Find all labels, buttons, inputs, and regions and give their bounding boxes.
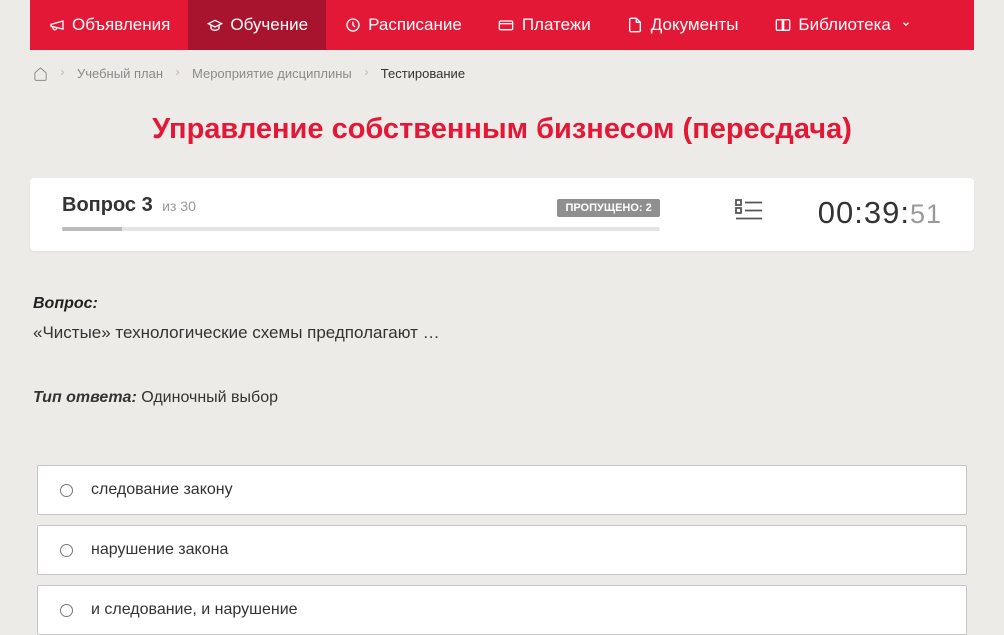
question-section: Вопрос: «Чистые» технологические схемы п… [30, 295, 974, 407]
megaphone-icon [48, 17, 65, 34]
answer-type-label: Тип ответа: [33, 389, 137, 406]
timer-main: 00:39: [818, 195, 910, 230]
option-3[interactable]: и следование, и нарушение [37, 585, 967, 635]
question-label: Вопрос: [33, 295, 971, 313]
question-total: из 30 [162, 198, 196, 214]
book-icon [774, 17, 791, 34]
graduation-icon [206, 17, 223, 34]
main-navbar: Объявления Обучение Расписание Платежи Д… [30, 0, 974, 50]
nav-schedule[interactable]: Расписание [326, 0, 480, 50]
nav-label: Расписание [368, 15, 462, 35]
nav-label: Библиотека [798, 15, 890, 35]
page-title: Управление собственным бизнесом (пересда… [30, 113, 974, 146]
answer-type-value: Одиночный выбор [141, 389, 278, 406]
nav-library[interactable]: Библиотека [756, 0, 928, 50]
option-radio-2[interactable] [60, 544, 73, 557]
chevron-right-icon [58, 68, 67, 80]
progress-fill [62, 227, 122, 231]
option-1[interactable]: следование закону [37, 465, 967, 515]
breadcrumb-item-plan[interactable]: Учебный план [77, 66, 163, 81]
nav-learning[interactable]: Обучение [188, 0, 326, 50]
option-label: следование закону [91, 481, 233, 499]
options-area: следование закону нарушение закона и сле… [30, 465, 974, 635]
status-card: Вопрос 3 из 30 ПРОПУЩЕНО: 2 00:39:51 [30, 178, 974, 251]
card-icon [498, 17, 515, 34]
home-icon[interactable] [33, 66, 48, 81]
progress-area: Вопрос 3 из 30 ПРОПУЩЕНО: 2 [62, 194, 660, 231]
option-radio-1[interactable] [60, 484, 73, 497]
breadcrumb: Учебный план Мероприятие дисциплины Тест… [30, 50, 974, 99]
progress-bar [62, 227, 660, 231]
nav-announcements[interactable]: Объявления [30, 0, 188, 50]
document-icon [627, 17, 644, 34]
question-text: «Чистые» технологические схемы предполаг… [33, 323, 971, 343]
nav-label: Обучение [230, 15, 308, 35]
chevron-down-icon [901, 18, 911, 32]
nav-label: Документы [651, 15, 739, 35]
question-list-icon[interactable] [735, 198, 763, 227]
nav-label: Платежи [522, 15, 591, 35]
timer-seconds: 51 [910, 199, 942, 229]
breadcrumb-item-event[interactable]: Мероприятие дисциплины [192, 66, 352, 81]
option-radio-3[interactable] [60, 604, 73, 617]
chevron-right-icon [173, 68, 182, 80]
timer: 00:39:51 [818, 195, 942, 231]
skipped-badge: ПРОПУЩЕНО: 2 [557, 199, 659, 217]
option-label: и следование, и нарушение [91, 601, 298, 619]
nav-documents[interactable]: Документы [609, 0, 757, 50]
nav-payments[interactable]: Платежи [480, 0, 609, 50]
option-2[interactable]: нарушение закона [37, 525, 967, 575]
nav-label: Объявления [72, 15, 170, 35]
breadcrumb-item-test: Тестирование [381, 66, 465, 81]
question-number: Вопрос 3 [62, 194, 153, 216]
chevron-right-icon [362, 68, 371, 80]
option-label: нарушение закона [91, 541, 228, 559]
clock-icon [344, 17, 361, 34]
